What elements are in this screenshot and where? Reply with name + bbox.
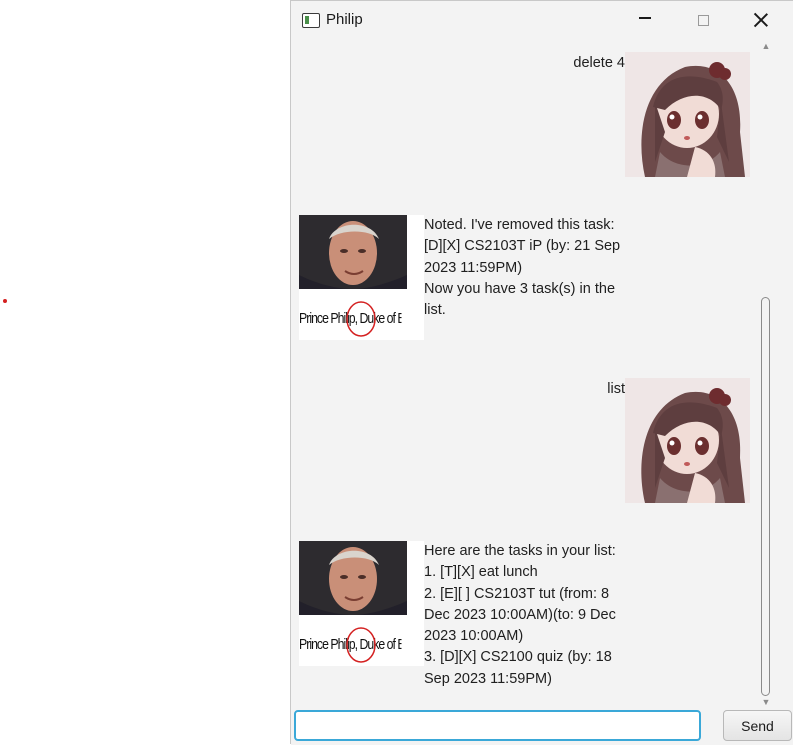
bot-message-line: 1. [T][X] eat lunch — [424, 564, 538, 581]
title-bar: Philip — [291, 1, 793, 39]
bot-message-line: Here are the tasks in your list: — [424, 543, 616, 559]
scroll-up-icon[interactable]: ▲ — [761, 42, 771, 51]
dialog-container[interactable]: delete 4 Prince Philip, Duke of Noted. I… — [291, 39, 759, 705]
vertical-scrollbar[interactable]: ▲ ▼ — [759, 39, 773, 709]
input-row: Send — [291, 705, 793, 745]
minimize-button[interactable] — [616, 1, 674, 39]
bot-message-text: Here are the tasks in your list: 1. [T][… — [424, 541, 624, 690]
prince-philip-avatar: Prince Philip, Duke of Edinburgh — [299, 541, 424, 666]
message-input[interactable] — [294, 710, 701, 741]
maximize-button[interactable] — [674, 1, 732, 39]
red-dot-marker — [3, 299, 7, 303]
close-icon — [754, 13, 768, 27]
app-icon — [302, 13, 320, 28]
close-button[interactable] — [732, 1, 790, 39]
window-title: Philip — [326, 11, 363, 28]
bot-message-line: Now you have 3 task(s) in the — [424, 280, 616, 297]
send-button[interactable]: Send — [723, 710, 792, 741]
minimize-icon — [639, 17, 651, 19]
chat-window: Philip delete 4 Prince Philip, Duke of N… — [290, 0, 793, 745]
bot-message-line: 2. [E][ ] CS2103T tut (from: 8 — [424, 585, 610, 602]
bot-message-line: Sep 2023 11:59PM) — [424, 670, 552, 687]
anime-girl-avatar — [625, 52, 750, 177]
bot-message-text: Noted. I've removed this task: [D][X] CS… — [424, 215, 624, 321]
bot-message-line: 2023 11:59PM) — [424, 259, 523, 276]
user-message-text: delete 4 — [573, 55, 625, 71]
maximize-icon — [697, 14, 709, 26]
bot-message-line: list. — [424, 302, 446, 319]
bot-message-line: Dec 2023 10:00AM)(to: 9 Dec — [424, 606, 616, 623]
anime-girl-avatar — [625, 378, 750, 503]
caption-circle-mark — [346, 301, 376, 337]
caption-circle-mark — [346, 627, 376, 663]
anime-girl-image — [625, 378, 750, 503]
bot-message-line: 3. [D][X] CS2100 quiz (by: 18 — [424, 649, 612, 666]
scrollbar-thumb[interactable] — [761, 297, 770, 696]
bot-message-line: 2023 10:00AM) — [424, 628, 524, 645]
user-message-text: list — [607, 381, 625, 397]
bot-message-line: [D][X] CS2103T iP (by: 21 Sep — [424, 238, 621, 255]
prince-philip-avatar: Prince Philip, Duke of Edinburgh — [299, 215, 424, 340]
bot-message-line: Noted. I've removed this task: — [424, 217, 615, 233]
anime-girl-image — [625, 52, 750, 177]
